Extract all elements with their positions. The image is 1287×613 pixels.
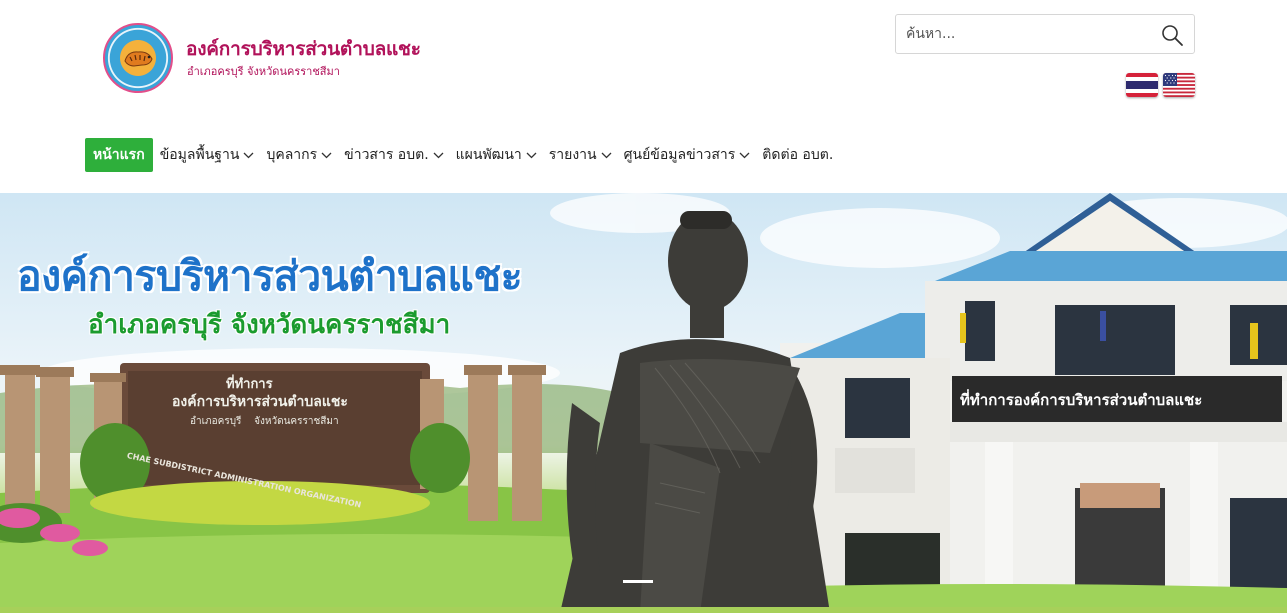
building-sign: ที่ทำการองค์การบริหารส่วนตำบลแชะ xyxy=(960,391,1203,409)
sign-left-line3: อำเภอครบุรี จังหวัดนครราชสีมา xyxy=(190,416,339,427)
nav-item-basic-info[interactable]: ข้อมูลพื้นฐาน xyxy=(160,144,255,166)
site-header: องค์การบริหารส่วนตำบลแชะ อำเภอครบุรี จัง… xyxy=(0,0,1287,125)
org-logo[interactable] xyxy=(103,23,173,93)
nav-item-label: แผนพัฒนา xyxy=(455,147,522,163)
sign-left-line2: องค์การบริหารส่วนตำบลแชะ xyxy=(172,394,348,410)
search-input[interactable] xyxy=(906,23,1146,45)
thai-flag-icon[interactable] xyxy=(1126,73,1158,97)
hero-bottom-strip xyxy=(0,607,1287,613)
nav-item-reports[interactable]: รายงาน xyxy=(549,144,612,166)
chevron-down-icon xyxy=(243,152,254,158)
nav-item-label: บุคลากร xyxy=(266,147,318,163)
search-box xyxy=(895,14,1195,54)
chevron-down-icon xyxy=(601,152,612,158)
nav-item-news[interactable]: ข่าวสาร อบต. xyxy=(344,144,444,166)
chevron-down-icon xyxy=(526,152,537,158)
org-subtitle: อำเภอครบุรี จังหวัดนครราชสีมา xyxy=(187,65,340,78)
main-nav: หน้าแรก ข้อมูลพื้นฐาน บุคลากร ข่าวสาร อบ… xyxy=(85,138,845,172)
nav-item-label: ข้อมูลพื้นฐาน xyxy=(159,147,240,163)
hero-subtitle: อำเภอครบุรี จังหวัดนครราชสีมา xyxy=(88,310,451,340)
nav-home[interactable]: หน้าแรก xyxy=(85,138,153,172)
nav-item-label: รายงาน xyxy=(548,147,597,163)
nav-item-label: ติดต่อ อบต. xyxy=(762,147,834,163)
nav-item-personnel[interactable]: บุคลากร xyxy=(266,144,332,166)
chevron-down-icon xyxy=(433,152,444,158)
nav-item-info-center[interactable]: ศูนย์ข้อมูลข่าวสาร xyxy=(624,144,751,166)
hero-title: องค์การบริหารส่วนตำบลแชะ xyxy=(17,252,523,300)
org-title[interactable]: องค์การบริหารส่วนตำบลแชะ xyxy=(186,34,421,64)
chevron-down-icon xyxy=(321,152,332,158)
search-icon[interactable] xyxy=(1160,23,1184,47)
carousel-indicator[interactable] xyxy=(623,580,653,583)
chevron-down-icon xyxy=(739,152,750,158)
nav-item-development-plan[interactable]: แผนพัฒนา xyxy=(456,144,537,166)
tiger-emblem-icon xyxy=(124,51,153,67)
nav-item-contact[interactable]: ติดต่อ อบต. xyxy=(762,144,833,166)
nav-item-label: ข่าวสาร อบต. xyxy=(344,147,429,163)
hero-banner: ที่ทำการ องค์การบริหารส่วนตำบลแชะ อำเภอค… xyxy=(0,193,1287,613)
nav-item-label: ศูนย์ข้อมูลข่าวสาร xyxy=(623,147,736,163)
us-flag-icon[interactable] xyxy=(1163,73,1195,97)
